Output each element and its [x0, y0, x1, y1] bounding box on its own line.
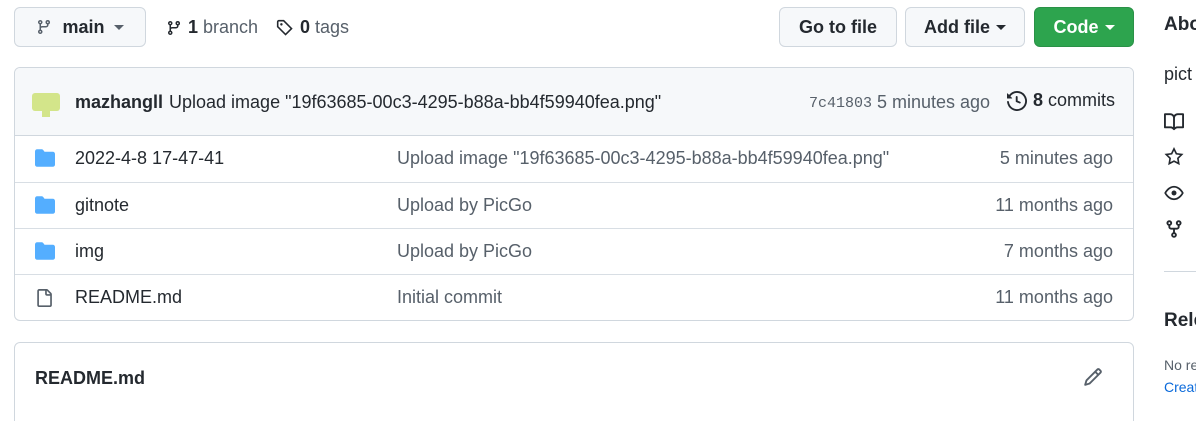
file-row[interactable]: gitnote Upload by PicGo 11 months ago	[15, 182, 1133, 228]
commit-word: commits	[1048, 90, 1116, 110]
folder-icon	[35, 196, 55, 219]
branches-link[interactable]: 1 branch	[166, 17, 258, 38]
chevron-down-icon	[1104, 24, 1115, 30]
commit-count: 8	[1033, 90, 1044, 110]
file-icon	[35, 288, 53, 313]
file-commit-message[interactable]: Initial commit	[397, 287, 502, 308]
no-releases-text: No re	[1164, 357, 1196, 373]
file-name[interactable]: README.md	[75, 287, 182, 308]
file-name[interactable]: img	[75, 241, 104, 262]
branch-count: 1	[188, 17, 199, 37]
chevron-down-icon	[113, 24, 124, 30]
file-commit-message[interactable]: Upload by PicGo	[397, 195, 532, 216]
commits-link[interactable]: 8 commits	[1007, 90, 1115, 111]
readme-panel: README.md	[14, 342, 1134, 421]
branch-icon	[38, 20, 51, 35]
add-file-button[interactable]: Add file	[905, 7, 1025, 47]
branch-word: branch	[203, 17, 259, 37]
file-name[interactable]: gitnote	[75, 195, 129, 216]
go-to-file-button[interactable]: Go to file	[779, 7, 897, 47]
tag-icon	[276, 19, 293, 36]
releases-title[interactable]: Rele	[1164, 310, 1196, 332]
file-row[interactable]: img Upload by PicGo 7 months ago	[15, 228, 1133, 274]
commit-message[interactable]: Upload image "19f63685-00c3-4295-b88a-bb…	[169, 92, 661, 112]
about-title: Abo	[1164, 14, 1196, 35]
pencil-icon[interactable]	[1083, 367, 1103, 387]
code-button[interactable]: Code	[1034, 7, 1134, 47]
folder-icon	[35, 149, 55, 172]
file-row[interactable]: README.md Initial commit 11 months ago	[15, 274, 1133, 320]
repo-description: pict	[1164, 64, 1193, 84]
file-commit-message[interactable]: Upload image "19f63685-00c3-4295-b88a-bb…	[397, 148, 889, 169]
tag-count: 0	[300, 17, 311, 37]
tags-link[interactable]: 0 tags	[276, 17, 349, 38]
file-age: 11 months ago	[995, 195, 1113, 215]
history-icon	[1007, 90, 1027, 111]
go-to-file-label: Go to file	[799, 16, 877, 37]
avatar[interactable]	[32, 93, 60, 117]
branch-name: main	[62, 16, 105, 37]
folder-icon	[35, 242, 55, 265]
file-age: 7 months ago	[1003, 241, 1113, 261]
sidebar-divider	[1164, 271, 1196, 272]
readme-title[interactable]: README.md	[35, 368, 145, 389]
latest-commit-message: mazhangll Upload image "19f63685-00c3-429…	[75, 92, 661, 113]
latest-commit-header: mazhangll Upload image "19f63685-00c3-429…	[15, 68, 1133, 136]
file-row[interactable]: 2022-4-8 17-47-41 Upload image "19f63685-…	[15, 136, 1133, 182]
commit-author[interactable]: mazhangll	[75, 92, 163, 112]
tag-word: tags	[315, 17, 350, 37]
fork-icon	[1166, 220, 1182, 238]
book-icon	[1164, 113, 1184, 131]
branch-select-button[interactable]: main	[14, 7, 146, 47]
code-label: Code	[1053, 16, 1099, 37]
file-browser: mazhangll Upload image "19f63685-00c3-429…	[14, 67, 1134, 321]
file-age: 11 months ago	[995, 287, 1113, 307]
star-icon	[1164, 147, 1184, 166]
commit-sha[interactable]: 7c41803	[809, 95, 872, 112]
eye-icon	[1164, 185, 1184, 201]
add-file-label: Add file	[924, 16, 990, 37]
commit-time: 5 minutes ago	[877, 92, 991, 112]
create-release-link[interactable]: Creat	[1164, 379, 1196, 395]
branch-icon	[167, 20, 180, 35]
file-name[interactable]: 2022-4-8 17-47-41	[75, 148, 224, 169]
file-commit-message[interactable]: Upload by PicGo	[397, 241, 532, 262]
chevron-down-icon	[996, 24, 1006, 30]
file-age: 5 minutes ago	[999, 148, 1113, 168]
